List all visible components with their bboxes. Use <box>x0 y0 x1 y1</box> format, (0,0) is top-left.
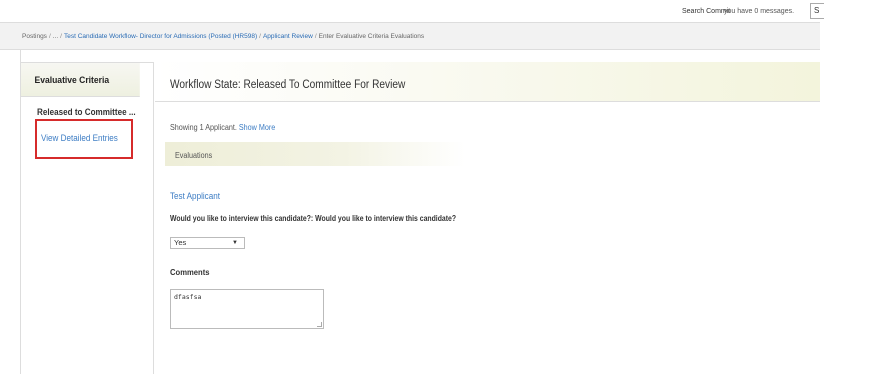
sidebar-item-released[interactable]: Released to Committee ... <box>37 107 136 117</box>
sidebar-header: Evaluative Criteria <box>21 63 140 97</box>
chevron-down-icon: ▼ <box>232 240 238 246</box>
breadcrumb-posting-link[interactable]: Test Candidate Workflow- Director for Ad… <box>64 33 257 40</box>
interview-answer-select[interactable]: Yes ▼ <box>170 237 245 249</box>
evaluations-label: Evaluations <box>175 151 213 160</box>
select-value: Yes <box>174 238 187 247</box>
search-label[interactable]: Search Commit <box>682 8 730 15</box>
resize-grip-icon[interactable] <box>317 322 322 327</box>
breadcrumb-ellipsis[interactable]: ... <box>53 33 58 40</box>
comments-textarea[interactable]: dfasfsa <box>170 289 324 329</box>
breadcrumb-bar: Postings /... / Test Candidate Workflow- Di… <box>0 22 820 50</box>
page-title: Workflow State: Released To Committee Fo… <box>170 79 406 91</box>
top-search-button[interactable]: S <box>810 3 824 19</box>
view-detailed-entries-link[interactable]: View Detailed Entries <box>41 133 118 143</box>
interview-question: Would you like to interview this candida… <box>170 214 457 223</box>
showing-count: Showing 1 Applicant. <box>170 123 237 132</box>
comments-label: Comments <box>170 267 210 277</box>
breadcrumb-root[interactable]: Postings <box>22 33 47 40</box>
showing-text: Showing 1 Applicant. Show More <box>170 123 275 132</box>
sidebar: Evaluative Criteria Released to Committe… <box>20 62 154 374</box>
messages-text: you have 0 messages. <box>724 8 795 15</box>
comments-value: dfasfsa <box>174 293 202 301</box>
breadcrumb: Postings /... / Test Candidate Workflow- Di… <box>22 33 425 40</box>
applicant-link[interactable]: Test Applicant <box>170 191 220 201</box>
show-more-link[interactable]: Show More <box>239 123 275 132</box>
breadcrumb-review-link[interactable]: Applicant Review <box>263 33 313 40</box>
breadcrumb-current: Enter Evaluative Criteria Evaluations <box>318 33 425 40</box>
top-bar: Search Commit you have 0 messages. S <box>0 0 886 22</box>
